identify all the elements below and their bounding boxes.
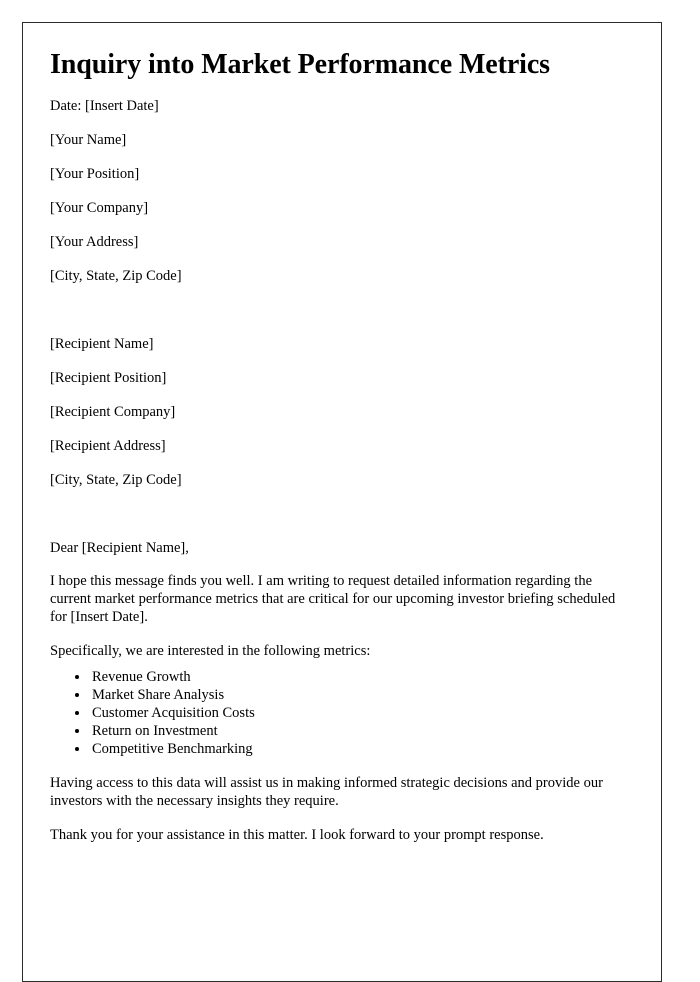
sender-address: [Your Address]: [50, 234, 139, 251]
list-item: Market Share Analysis: [90, 686, 634, 704]
list-item: Competitive Benchmarking: [90, 740, 634, 758]
sender-name: [Your Name]: [50, 132, 127, 149]
sender-position: [Your Position]: [50, 166, 140, 183]
sender-city-state-zip: [City, State, Zip Code]: [50, 268, 182, 285]
list-item: Return on Investment: [90, 722, 634, 740]
sender-company: [Your Company]: [50, 200, 149, 217]
paragraph-intro: I hope this message finds you well. I am…: [50, 573, 616, 626]
paragraph-list-lead: Specifically, we are interested in the f…: [50, 643, 371, 660]
recipient-city-state-zip: [City, State, Zip Code]: [50, 472, 182, 489]
paragraph-benefit: Having access to this data will assist u…: [50, 775, 603, 810]
list-item: Customer Acquisition Costs: [90, 704, 634, 722]
salutation: Dear [Recipient Name],: [50, 540, 189, 557]
recipient-position: [Recipient Position]: [50, 370, 167, 387]
page-title: Inquiry into Market Performance Metrics: [50, 49, 550, 80]
paragraph-thanks: Thank you for your assistance in this ma…: [50, 827, 544, 844]
date-line: Date: [Insert Date]: [50, 98, 159, 115]
list-item: Revenue Growth: [90, 668, 634, 686]
recipient-company: [Recipient Company]: [50, 404, 176, 421]
recipient-name: [Recipient Name]: [50, 336, 154, 353]
document-page: Inquiry into Market Performance Metrics …: [22, 22, 662, 982]
metrics-list: Revenue Growth Market Share Analysis Cus…: [50, 660, 634, 758]
recipient-address: [Recipient Address]: [50, 438, 166, 455]
